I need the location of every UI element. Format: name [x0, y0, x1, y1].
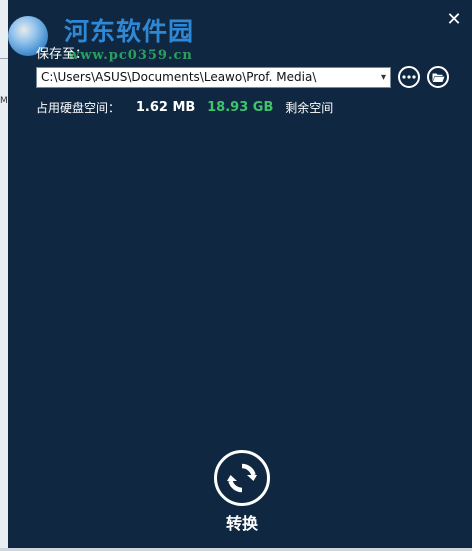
output-path-select[interactable]: C:\Users\ASUS\Documents\Leawo\Prof. Medi…	[36, 67, 391, 88]
background-window-strip: M	[0, 0, 8, 551]
free-space-label: 剩余空间	[285, 101, 334, 115]
browse-more-button[interactable]	[398, 66, 420, 88]
convert-label: 转换	[225, 514, 258, 533]
chevron-down-icon[interactable]: ▾	[381, 68, 386, 87]
strip-letter: M	[0, 96, 8, 106]
used-space-label: 占用硬盘空间：	[36, 101, 121, 115]
output-path-value: C:\Users\ASUS\Documents\Leawo\Prof. Medi…	[41, 70, 317, 84]
refresh-icon	[227, 463, 257, 493]
save-to-label: 保存至：	[36, 47, 89, 62]
convert-button[interactable]	[214, 450, 270, 506]
folder-open-icon	[432, 73, 444, 82]
site-watermark: 河东软件园 www.pc0359.cn	[0, 0, 220, 70]
used-space-value: 1.62 MB	[135, 100, 196, 115]
free-space-value: 18.93 GB	[207, 100, 274, 115]
disk-space-info: 占用硬盘空间： 1.62 MB 18.93 GB 剩余空间	[36, 99, 333, 116]
close-icon[interactable]: ✕	[444, 10, 464, 30]
more-horizontal-icon	[402, 75, 416, 79]
open-folder-button[interactable]	[427, 66, 449, 88]
